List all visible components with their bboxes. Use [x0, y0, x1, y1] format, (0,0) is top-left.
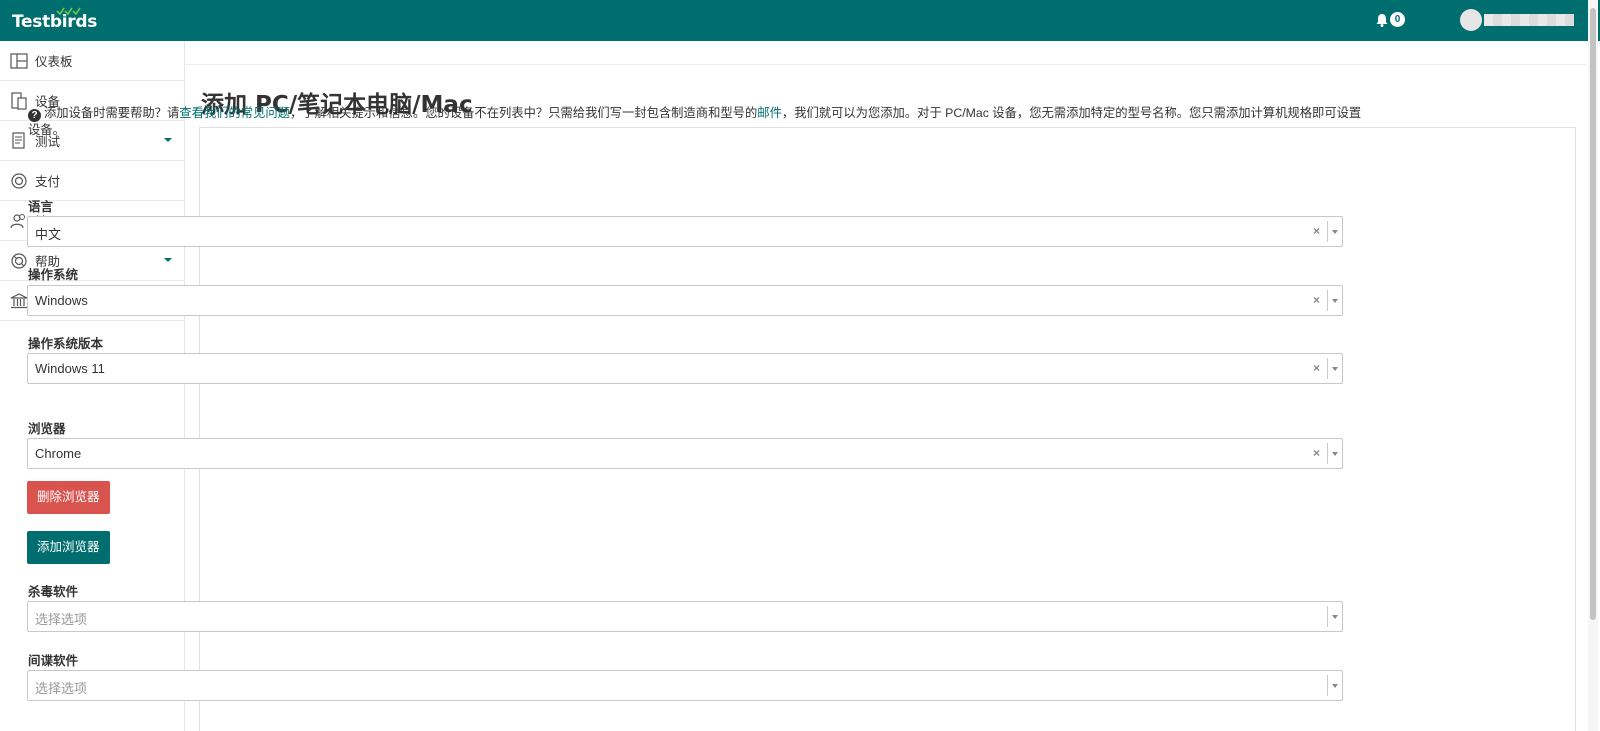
select-divider [1327, 443, 1328, 464]
browser-select[interactable]: Chrome × [27, 438, 1343, 469]
username-blurred[interactable] [1484, 14, 1574, 26]
notification-count-badge[interactable]: 0 [1390, 12, 1405, 27]
sidebar-item-payment[interactable]: 支付 [0, 161, 184, 201]
sidebar-item-label: 支付 [35, 175, 61, 189]
chevron-down-icon[interactable] [1332, 299, 1338, 303]
page-scrollbar[interactable] [1588, 0, 1598, 731]
tests-icon [12, 131, 25, 149]
select-divider [1327, 221, 1328, 242]
clear-icon[interactable]: × [1313, 361, 1320, 375]
logo-birds-icon [56, 7, 81, 16]
antivirus-label: 杀毒软件 [28, 585, 79, 599]
community-icon [10, 213, 25, 228]
dashboard-icon [10, 52, 28, 69]
add-browser-button[interactable]: 添加浏览器 [27, 531, 110, 564]
os-value: Windows [35, 293, 88, 308]
os-version-label: 操作系统版本 [28, 337, 104, 351]
language-label: 语言 [28, 200, 54, 214]
clear-icon[interactable]: × [1313, 446, 1320, 460]
chevron-down-icon[interactable] [1332, 452, 1338, 456]
clear-icon[interactable]: × [1313, 293, 1320, 307]
devices-icon [11, 91, 27, 110]
clear-icon[interactable]: × [1313, 224, 1320, 238]
payment-icon [11, 172, 27, 189]
breadcrumb-strip [185, 41, 1586, 65]
help-text: ? 添加设备时需要帮助？请查看我们的常见问题，了解相关提示和信息。您的设备不在列表… [28, 106, 1362, 137]
browser-label: 浏览器 [28, 422, 66, 436]
top-navbar: Testbirds 0 [0, 0, 1600, 41]
chevron-down-icon[interactable] [1332, 230, 1338, 234]
chevron-down-icon [164, 258, 172, 262]
spyware-select[interactable]: 选择选项 [27, 670, 1343, 701]
os-select[interactable]: Windows × [27, 285, 1343, 316]
select-divider [1327, 675, 1328, 696]
select-divider [1327, 358, 1328, 379]
lifebuoy-icon [11, 252, 27, 269]
chevron-down-icon[interactable] [1332, 684, 1338, 688]
select-divider [1327, 290, 1328, 311]
remove-browser-button[interactable]: 删除浏览器 [27, 481, 110, 514]
faq-link[interactable]: 查看我们的常见问题 [179, 106, 290, 120]
antivirus-placeholder: 选择选项 [35, 612, 88, 627]
email-link[interactable]: 邮件 [757, 106, 782, 120]
sidebar-item-label: 仪表板 [35, 55, 73, 69]
scrollbar-thumb[interactable] [1590, 8, 1596, 620]
os-version-select[interactable]: Windows 11 × [27, 353, 1343, 384]
antivirus-select[interactable]: 选择选项 [27, 601, 1343, 632]
bell-icon[interactable] [1374, 12, 1390, 28]
os-label: 操作系统 [28, 268, 79, 282]
chevron-down-icon[interactable] [1332, 615, 1338, 619]
select-divider [1327, 606, 1328, 627]
spyware-label: 间谍软件 [28, 654, 79, 668]
language-select[interactable]: 中文 × [27, 216, 1343, 247]
legal-building-icon [10, 292, 28, 308]
language-value: 中文 [35, 227, 62, 242]
sidebar-item-dashboard[interactable]: 仪表板 [0, 41, 184, 81]
os-version-value: Windows 11 [35, 361, 105, 376]
browser-value: Chrome [35, 446, 82, 461]
question-circle-icon: ? [28, 109, 41, 122]
spyware-placeholder: 选择选项 [35, 681, 88, 696]
chevron-down-icon[interactable] [1332, 367, 1338, 371]
avatar[interactable] [1460, 9, 1482, 31]
